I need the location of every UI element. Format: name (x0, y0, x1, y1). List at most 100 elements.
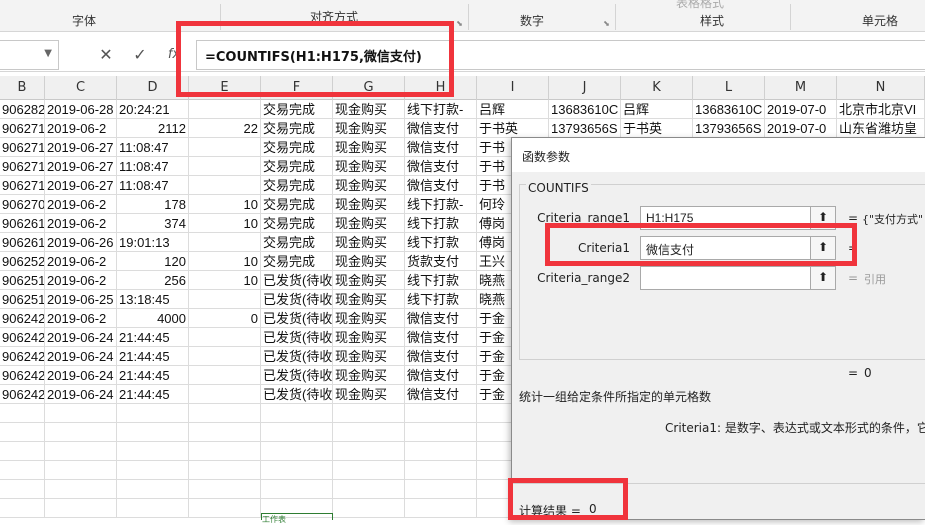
name-box[interactable]: ▼ (0, 40, 59, 70)
grid-cell[interactable] (189, 499, 261, 518)
grid-cell[interactable]: 线下打款 (405, 214, 477, 233)
grid-cell[interactable] (189, 328, 261, 347)
grid-cell[interactable]: 2019-06-2 (45, 214, 117, 233)
grid-cell[interactable]: 21:44:45 (117, 347, 189, 366)
grid-cell[interactable]: 交易完成 (261, 195, 333, 214)
grid-cell[interactable]: 906242 (0, 366, 45, 385)
grid-cell[interactable] (189, 423, 261, 442)
grid-cell[interactable] (189, 366, 261, 385)
grid-cell[interactable]: 11:08:47 (117, 138, 189, 157)
grid-cell[interactable]: 现金购买 (333, 138, 405, 157)
grid-cell[interactable]: 已发货(待收 (261, 309, 333, 328)
grid-cell[interactable] (333, 480, 405, 499)
grid-cell[interactable]: 山东省潍坊皇 (837, 119, 925, 138)
grid-cell[interactable]: 已发货(待收 (261, 290, 333, 309)
grid-cell[interactable]: 2019-07-0 (765, 119, 837, 138)
grid-cell[interactable]: 交易完成 (261, 176, 333, 195)
grid-cell[interactable]: 线下打款 (405, 271, 477, 290)
grid-cell[interactable] (405, 442, 477, 461)
grid-cell[interactable]: 线下打款- (405, 100, 477, 119)
grid-cell[interactable] (189, 138, 261, 157)
grid-cell[interactable]: 906271 (0, 119, 45, 138)
grid-cell[interactable]: 10 (189, 252, 261, 271)
grid-cell[interactable]: 2019-06-24 (45, 385, 117, 404)
grid-cell[interactable] (189, 176, 261, 195)
grid-cell[interactable] (45, 461, 117, 480)
grid-cell[interactable] (261, 423, 333, 442)
grid-cell[interactable]: 现金购买 (333, 195, 405, 214)
grid-cell[interactable] (261, 461, 333, 480)
grid-cell[interactable] (189, 480, 261, 499)
grid-cell[interactable] (0, 404, 45, 423)
grid-cell[interactable]: 906270 (0, 195, 45, 214)
grid-cell[interactable] (405, 404, 477, 423)
grid-cell[interactable] (189, 347, 261, 366)
grid-cell[interactable]: 906271 (0, 176, 45, 195)
grid-cell[interactable]: 906242 (0, 309, 45, 328)
grid-cell[interactable]: 微信支付 (405, 328, 477, 347)
ribbon-table-format-partial[interactable]: 表格格式 (676, 0, 724, 11)
grid-cell[interactable]: 现金购买 (333, 176, 405, 195)
grid-cell[interactable]: 906251 (0, 271, 45, 290)
grid-cell[interactable] (45, 442, 117, 461)
grid-cell[interactable]: 906282 (0, 100, 45, 119)
grid-cell[interactable]: 22 (189, 119, 261, 138)
grid-cell[interactable]: 微信支付 (405, 309, 477, 328)
grid-cell[interactable]: 906261 (0, 233, 45, 252)
ribbon-group-cells[interactable]: 单元格 (862, 12, 898, 29)
grid-cell[interactable]: 于书英 (621, 119, 693, 138)
column-header-b[interactable]: B (0, 76, 45, 100)
grid-cell[interactable]: 120 (117, 252, 189, 271)
grid-cell[interactable]: 19:01:13 (117, 233, 189, 252)
grid-cell[interactable]: 线下打款 (405, 233, 477, 252)
grid-cell[interactable]: 11:08:47 (117, 157, 189, 176)
grid-cell[interactable] (261, 480, 333, 499)
grid-cell[interactable]: 13683610C (549, 100, 621, 119)
grid-cell[interactable]: 微信支付 (405, 366, 477, 385)
grid-cell[interactable]: 20:24:21 (117, 100, 189, 119)
dialog-title-bar[interactable]: 函数参数 (512, 138, 925, 172)
number-launcher-icon[interactable]: ⬊ (602, 19, 611, 28)
grid-cell[interactable]: 现金购买 (333, 271, 405, 290)
ribbon-group-number[interactable]: 数字 (520, 12, 544, 29)
grid-cell[interactable]: 现金购买 (333, 119, 405, 138)
grid-cell[interactable]: 于书英 (477, 119, 549, 138)
grid-cell[interactable]: 2019-06-26 (45, 233, 117, 252)
grid-cell[interactable]: 2019-06-24 (45, 347, 117, 366)
grid-cell[interactable] (117, 499, 189, 518)
grid-cell[interactable] (0, 423, 45, 442)
grid-cell[interactable] (189, 404, 261, 423)
grid-cell[interactable]: 2019-06-2 (45, 119, 117, 138)
grid-cell[interactable] (0, 480, 45, 499)
ribbon-group-styles[interactable]: 样式 (700, 12, 724, 29)
column-header-c[interactable]: C (45, 76, 117, 100)
grid-cell[interactable]: 2019-06-2 (45, 309, 117, 328)
column-header-m[interactable]: M (765, 76, 837, 100)
grid-cell[interactable]: 北京市北京VI (837, 100, 925, 119)
grid-cell[interactable]: 已发货(待收 (261, 385, 333, 404)
grid-cell[interactable]: 21:44:45 (117, 385, 189, 404)
grid-cell[interactable]: 现金购买 (333, 347, 405, 366)
grid-cell[interactable]: 现金购买 (333, 233, 405, 252)
grid-cell[interactable]: 10 (189, 195, 261, 214)
grid-cell[interactable]: 906242 (0, 328, 45, 347)
grid-cell[interactable]: 微信支付 (405, 176, 477, 195)
grid-cell[interactable]: 2019-06-27 (45, 138, 117, 157)
grid-cell[interactable]: 现金购买 (333, 366, 405, 385)
cancel-icon[interactable]: ✕ (92, 43, 120, 67)
grid-cell[interactable]: 2019-06-24 (45, 366, 117, 385)
grid-cell[interactable]: 906271 (0, 138, 45, 157)
grid-cell[interactable] (117, 404, 189, 423)
grid-cell[interactable] (405, 499, 477, 518)
grid-cell[interactable]: 货款支付 (405, 252, 477, 271)
grid-cell[interactable]: 现金购买 (333, 385, 405, 404)
grid-cell[interactable] (0, 499, 45, 518)
grid-cell[interactable]: 微信支付 (405, 347, 477, 366)
grid-cell[interactable] (0, 461, 45, 480)
grid-cell[interactable]: 906271 (0, 157, 45, 176)
grid-cell[interactable]: 微信支付 (405, 119, 477, 138)
grid-cell[interactable]: 已发货(待收 (261, 347, 333, 366)
grid-cell[interactable] (189, 385, 261, 404)
grid-cell[interactable] (405, 423, 477, 442)
grid-cell[interactable]: 现金购买 (333, 290, 405, 309)
